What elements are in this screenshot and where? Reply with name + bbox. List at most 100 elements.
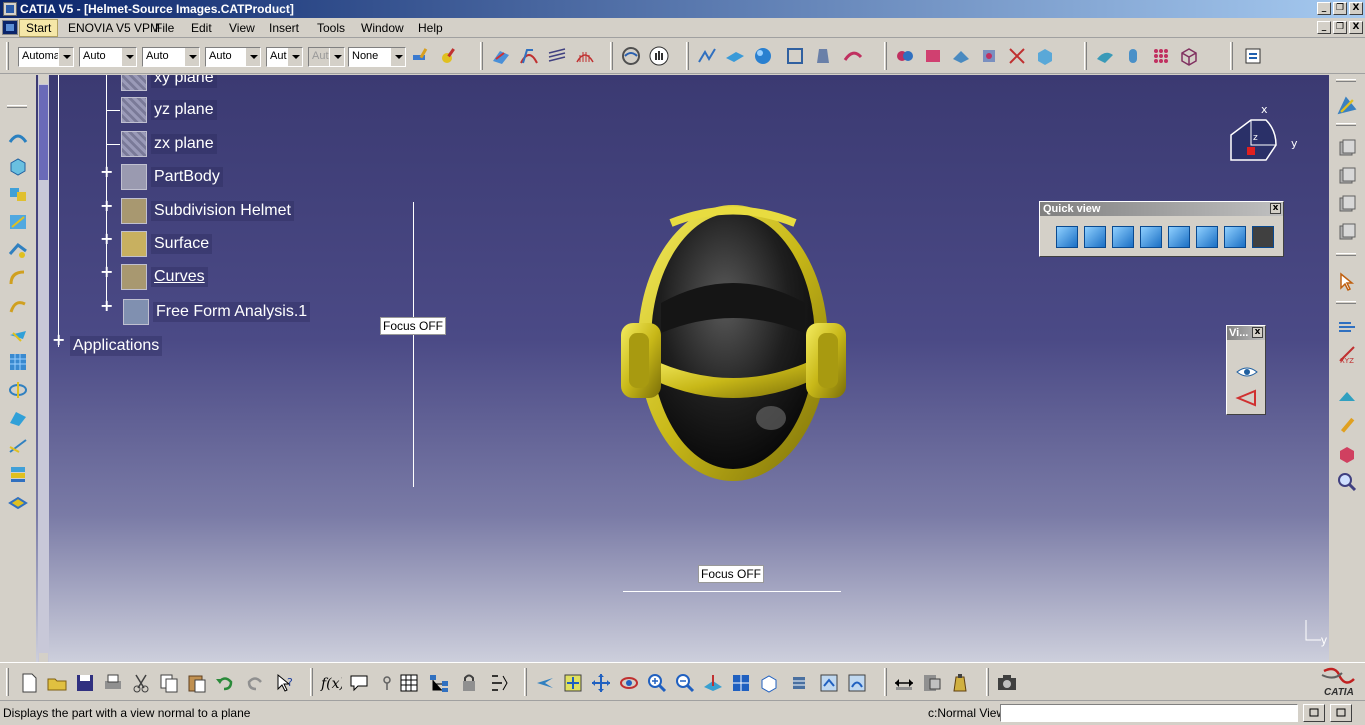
tree-node-surface[interactable]: Surface xyxy=(121,231,213,257)
menu-file[interactable]: File xyxy=(155,21,174,35)
menu-insert[interactable]: Insert xyxy=(269,21,299,35)
3d-viewport[interactable]: xy plane yz plane zx plane + PartBody + … xyxy=(36,75,1329,662)
left-view-icon[interactable] xyxy=(1140,226,1162,248)
grid-surface-icon[interactable] xyxy=(7,351,29,373)
render-style-icon[interactable] xyxy=(788,672,810,694)
tree-node-free-form-analysis[interactable]: Free Form Analysis.1 xyxy=(123,299,311,325)
fill-icon[interactable] xyxy=(950,45,972,67)
chevron-down-icon[interactable] xyxy=(287,48,302,66)
refresh-icon[interactable] xyxy=(620,45,642,67)
rotate-icon[interactable] xyxy=(618,672,640,694)
doc-close-button[interactable]: X xyxy=(1349,21,1363,34)
solid-cube-icon[interactable] xyxy=(1336,443,1358,465)
chevron-down-icon[interactable] xyxy=(121,48,136,66)
connect-icon[interactable] xyxy=(894,45,916,67)
right-view-icon[interactable] xyxy=(1168,226,1190,248)
chevron-down-icon[interactable] xyxy=(245,48,260,66)
points-cloud-icon[interactable] xyxy=(1150,45,1172,67)
curve-on-surface-icon[interactable] xyxy=(7,127,29,149)
sweep-icon[interactable] xyxy=(7,323,29,345)
extrude-icon[interactable] xyxy=(812,45,834,67)
lock-icon[interactable] xyxy=(458,672,480,694)
global-deformation-icon[interactable] xyxy=(978,45,1000,67)
expand-plus-icon[interactable]: + xyxy=(100,264,113,280)
chevron-down-icon[interactable] xyxy=(58,48,73,66)
plane-mirror-icon[interactable] xyxy=(1336,387,1358,409)
measure-between-icon[interactable] xyxy=(893,672,915,694)
tree-node-subdivision-helmet[interactable]: Subdivision Helmet xyxy=(121,198,294,224)
menu-tools[interactable]: Tools xyxy=(317,21,345,35)
scroll-up-arrow-icon[interactable] xyxy=(39,75,48,84)
menu-view[interactable]: View xyxy=(229,21,255,35)
power-input-field[interactable] xyxy=(1000,704,1298,722)
transparency-combo[interactable]: Auto xyxy=(79,47,137,67)
select-arrow-icon[interactable] xyxy=(1336,271,1358,293)
toolbar-grip[interactable] xyxy=(1336,79,1356,82)
arc-icon[interactable] xyxy=(7,267,29,289)
3d-curve-icon[interactable] xyxy=(696,45,718,67)
print-icon[interactable] xyxy=(102,672,124,694)
back-view-icon[interactable] xyxy=(1112,226,1134,248)
table-icon[interactable] xyxy=(398,672,420,694)
menu-enovia[interactable]: ENOVIA V5 VPM xyxy=(68,21,160,35)
scroll-thumb[interactable] xyxy=(39,85,48,180)
tree-node-yz-plane[interactable]: yz plane xyxy=(121,97,217,123)
formula-icon[interactable]: f(x) xyxy=(320,672,342,694)
surface-stack-icon[interactable] xyxy=(7,463,29,485)
toolbar-grip[interactable] xyxy=(6,42,9,70)
open-folder-icon[interactable] xyxy=(46,672,68,694)
painter-icon[interactable] xyxy=(410,45,432,67)
document-stack-icon-1[interactable] xyxy=(1336,137,1358,159)
rectangle-patch-icon[interactable] xyxy=(784,45,806,67)
tree-node-applications[interactable]: Applications xyxy=(70,333,163,359)
print-setup-icon[interactable] xyxy=(1242,45,1264,67)
swap-visible-icon[interactable] xyxy=(846,672,868,694)
split-icon[interactable] xyxy=(7,183,29,205)
paste-icon[interactable] xyxy=(186,672,208,694)
expand-plus-icon[interactable]: + xyxy=(100,164,113,180)
close-button[interactable]: X xyxy=(1349,2,1363,15)
named-views-icon[interactable] xyxy=(1252,226,1274,248)
extrapolate-icon[interactable] xyxy=(7,239,29,261)
new-document-icon[interactable] xyxy=(18,672,40,694)
match-surface-icon[interactable] xyxy=(922,45,944,67)
eye-view-icon[interactable] xyxy=(1235,362,1259,382)
power-input-button-1[interactable] xyxy=(1303,704,1325,722)
view-mode-header[interactable]: Vi... x xyxy=(1227,326,1265,340)
cube-icon[interactable] xyxy=(7,155,29,177)
close-icon[interactable]: x xyxy=(1270,203,1281,214)
xyz-axis-icon[interactable]: XYZ xyxy=(1336,343,1358,365)
point-symbol-combo[interactable]: Aut xyxy=(266,47,303,67)
expand-plus-icon[interactable]: + xyxy=(100,298,113,314)
undo-icon[interactable] xyxy=(214,672,236,694)
trim-icon[interactable] xyxy=(1006,45,1028,67)
copy-icon[interactable] xyxy=(158,672,180,694)
toolbar-grip[interactable] xyxy=(6,668,9,696)
mesh-icon[interactable] xyxy=(1178,45,1200,67)
iso-view-icon[interactable] xyxy=(758,672,780,694)
multi-section-icon[interactable] xyxy=(518,45,540,67)
restore-button[interactable]: ❐ xyxy=(1333,2,1347,15)
comment-icon[interactable] xyxy=(348,672,370,694)
knowledge-icon[interactable] xyxy=(376,672,398,694)
properties-brush-icon[interactable] xyxy=(438,45,460,67)
document-icon[interactable] xyxy=(2,20,18,35)
tree-structure-icon[interactable] xyxy=(428,672,450,694)
menu-window[interactable]: Window xyxy=(361,21,404,35)
tree-node-zx-plane[interactable]: zx plane xyxy=(121,131,217,157)
hatching-icon[interactable] xyxy=(546,45,568,67)
freestyle-workbench-icon[interactable] xyxy=(1334,93,1360,119)
view-mode-toolbar[interactable]: Vi... x xyxy=(1226,325,1266,415)
expand-plus-icon[interactable]: + xyxy=(100,198,113,214)
color-combo[interactable]: Automa xyxy=(18,47,74,67)
helmet-model[interactable] xyxy=(621,203,846,488)
menu-edit[interactable]: Edit xyxy=(191,21,212,35)
document-stack-icon-4[interactable] xyxy=(1336,221,1358,243)
catia-app-icon[interactable] xyxy=(3,2,17,16)
layer-combo[interactable]: None xyxy=(348,47,406,67)
grab-hand-icon[interactable] xyxy=(648,45,670,67)
scan-icon[interactable] xyxy=(488,672,510,694)
multi-view-icon[interactable] xyxy=(730,672,752,694)
blend-icon[interactable] xyxy=(7,407,29,429)
quick-view-toolbar[interactable]: Quick view x xyxy=(1039,201,1284,257)
